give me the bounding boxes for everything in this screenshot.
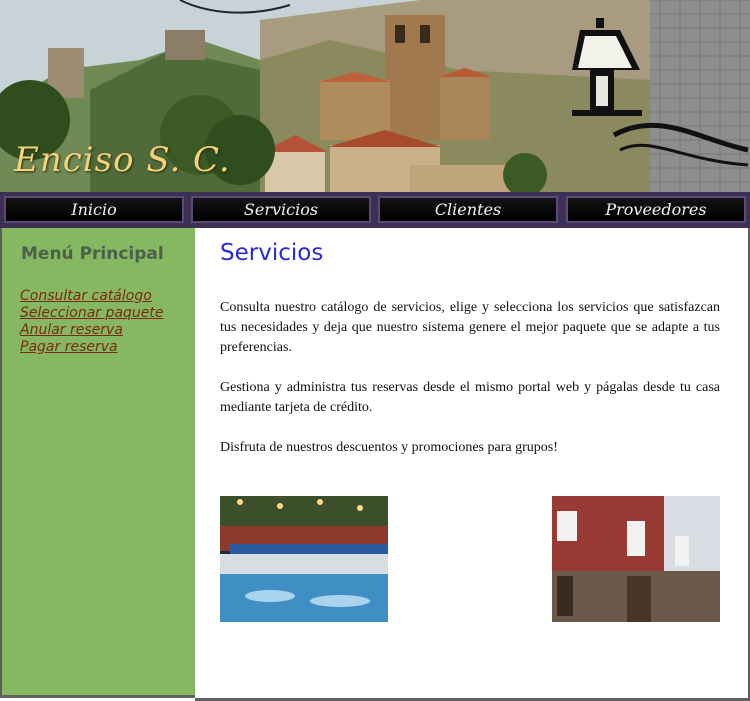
sidebar-link-seleccionar-paquete[interactable]: Seleccionar paquete	[20, 305, 163, 322]
paragraph-reservas: Gestiona y administra tus reservas desde…	[220, 380, 720, 415]
nav-servicios[interactable]: Servicios	[191, 196, 371, 223]
sidebar: Menú Principal Consultar catálogo Selecc…	[0, 228, 195, 698]
sidebar-link-pagar-reserva[interactable]: Pagar reserva	[20, 339, 163, 356]
sidebar-title: Menú Principal	[21, 244, 164, 264]
header-banner: Enciso S. C.	[0, 0, 750, 192]
main-content: Servicios Consulta nuestro catálogo de s…	[195, 228, 750, 701]
logo-text[interactable]: Enciso S. C.	[14, 140, 231, 180]
pool-photo	[220, 496, 388, 622]
hotel-building-photo	[552, 496, 720, 622]
nav-proveedores[interactable]: Proveedores	[566, 196, 746, 223]
page-title: Servicios	[220, 240, 324, 266]
sidebar-menu: Consultar catálogo Seleccionar paquete A…	[20, 288, 163, 356]
paragraph-catalogo: Consulta nuestro catálogo de servicios, …	[220, 300, 720, 355]
nav-inicio[interactable]: Inicio	[4, 196, 184, 223]
paragraph-descuentos: Disfruta de nuestros descuentos y promoc…	[220, 440, 558, 455]
sidebar-link-anular-reserva[interactable]: Anular reserva	[20, 322, 163, 339]
sidebar-link-consultar-catalogo[interactable]: Consultar catálogo	[20, 288, 163, 305]
top-navigation: Inicio Servicios Clientes Proveedores	[0, 192, 750, 228]
nav-clientes[interactable]: Clientes	[378, 196, 558, 223]
